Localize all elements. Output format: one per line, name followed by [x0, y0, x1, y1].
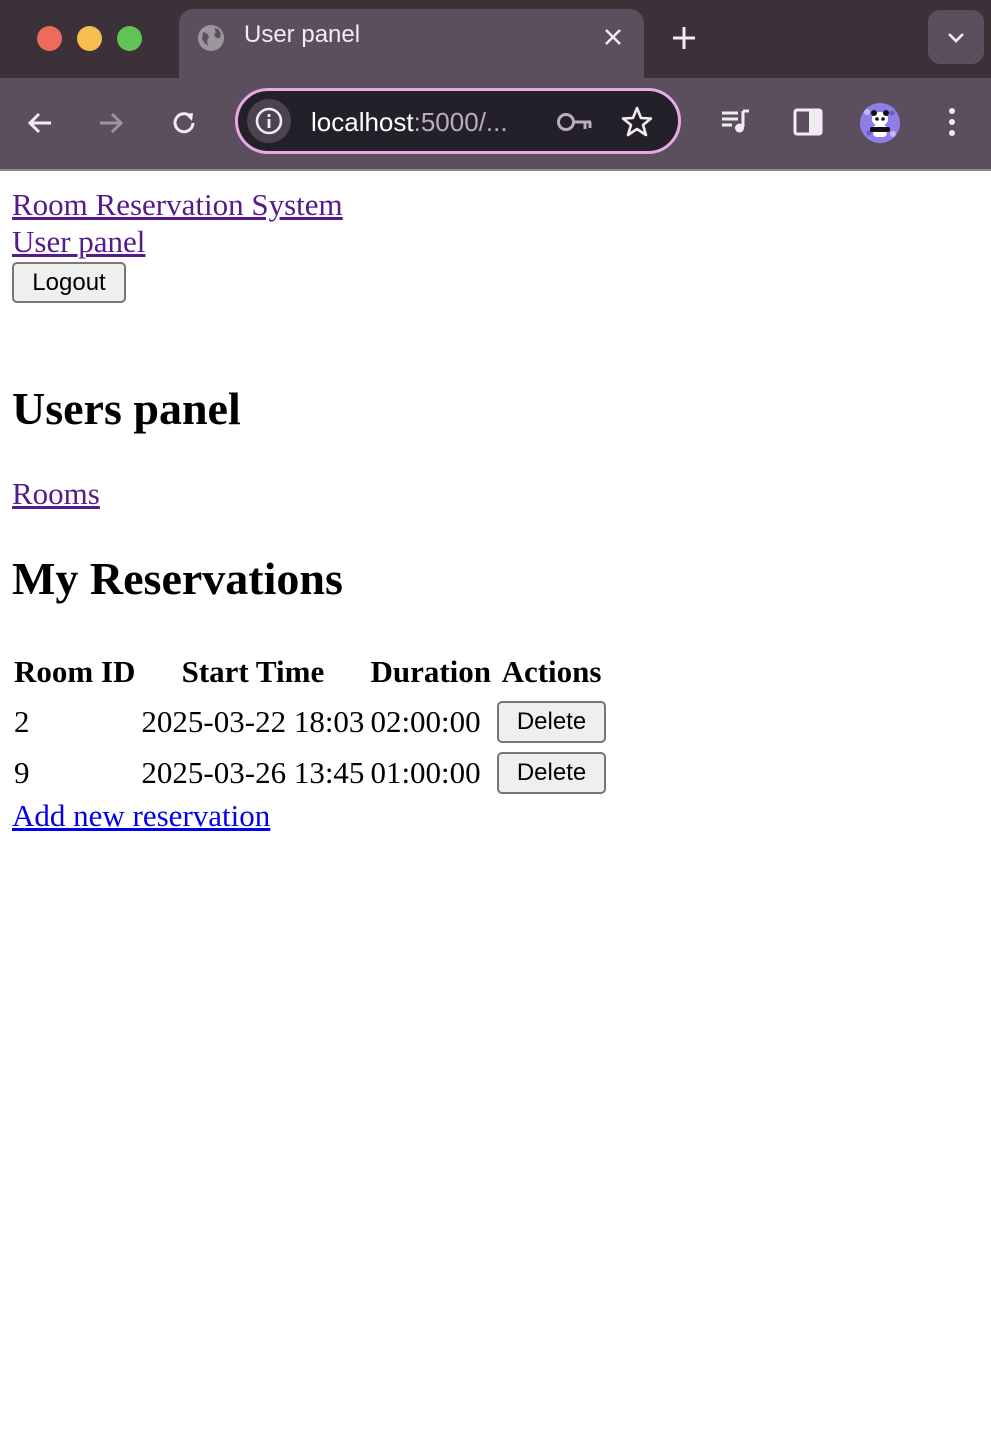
key-icon[interactable] — [556, 108, 594, 136]
minimize-window-button[interactable] — [77, 26, 102, 51]
chevron-down-icon — [948, 33, 964, 43]
actions-cell: Delete — [497, 698, 607, 745]
tab-search-button[interactable] — [928, 10, 984, 64]
panda-avatar-icon — [860, 103, 900, 143]
bookmark-star-icon[interactable] — [620, 105, 654, 139]
media-playlist-icon — [722, 109, 749, 133]
address-bar[interactable]: localhost:5000/... — [235, 88, 681, 154]
forward-button[interactable] — [94, 106, 128, 140]
delete-button[interactable]: Delete — [497, 700, 607, 743]
media-controls-button[interactable] — [718, 104, 754, 140]
room-id-cell: 9 — [14, 754, 30, 790]
reload-icon — [173, 112, 195, 134]
reservations-heading: My Reservations — [12, 553, 343, 604]
close-tab-icon[interactable] — [599, 23, 627, 51]
arrow-right-icon — [100, 112, 124, 134]
delete-button[interactable]: Delete — [497, 751, 607, 794]
side-panel-icon — [793, 108, 823, 136]
logout-button[interactable]: Logout — [12, 262, 126, 303]
new-tab-icon[interactable] — [670, 24, 698, 52]
kebab-menu-icon — [949, 108, 955, 136]
rooms-link[interactable]: Rooms — [12, 476, 100, 512]
url-text[interactable]: localhost:5000/... — [311, 107, 508, 138]
info-icon — [255, 107, 283, 135]
column-header-duration: Duration — [370, 654, 492, 689]
browser-menu-button[interactable] — [934, 104, 970, 140]
side-panel-button[interactable] — [790, 104, 826, 140]
table-row: 9 2025-03-26 13:45 01:00:00 Delete — [14, 749, 607, 796]
duration-cell: 01:00:00 — [370, 754, 481, 790]
table-row: 2 2025-03-22 18:03 02:00:00 Delete — [14, 698, 607, 745]
actions-cell: Delete — [497, 749, 607, 796]
add-reservation-link[interactable]: Add new reservation — [12, 798, 270, 834]
user-panel-link[interactable]: User panel — [12, 224, 145, 260]
start-time-cell: 2025-03-22 18:03 — [141, 703, 365, 739]
table-header-row: Room ID Start Time Duration Actions — [14, 650, 606, 694]
back-button[interactable] — [23, 106, 57, 140]
column-header-start-time: Start Time — [181, 654, 325, 689]
start-time-cell: 2025-03-26 13:45 — [141, 754, 365, 790]
url-host: localhost — [311, 107, 414, 137]
room-id-cell: 2 — [14, 703, 30, 739]
column-header-room-id: Room ID — [14, 654, 136, 689]
tab-strip: User panel — [0, 0, 991, 78]
globe-icon — [198, 25, 224, 51]
reload-button[interactable] — [167, 106, 201, 140]
home-link[interactable]: Room Reservation System — [12, 187, 343, 223]
close-window-button[interactable] — [37, 26, 62, 51]
tab-title: User panel — [244, 21, 361, 48]
browser-chrome: User panel localhost:5000/... — [0, 0, 991, 171]
page-content: Room Reservation System User panel Logou… — [12, 171, 991, 1435]
reservations-table: Room ID Start Time Duration Actions 2 20… — [8, 646, 612, 800]
column-header-actions: Actions — [501, 654, 602, 689]
page-title: Users panel — [12, 383, 241, 434]
url-path: :5000/... — [413, 107, 508, 137]
arrow-left-icon — [27, 112, 51, 134]
duration-cell: 02:00:00 — [370, 703, 481, 739]
maximize-window-button[interactable] — [117, 26, 142, 51]
profile-avatar[interactable] — [860, 103, 900, 143]
site-info-button[interactable] — [247, 99, 291, 143]
browser-tab[interactable]: User panel — [179, 9, 644, 78]
